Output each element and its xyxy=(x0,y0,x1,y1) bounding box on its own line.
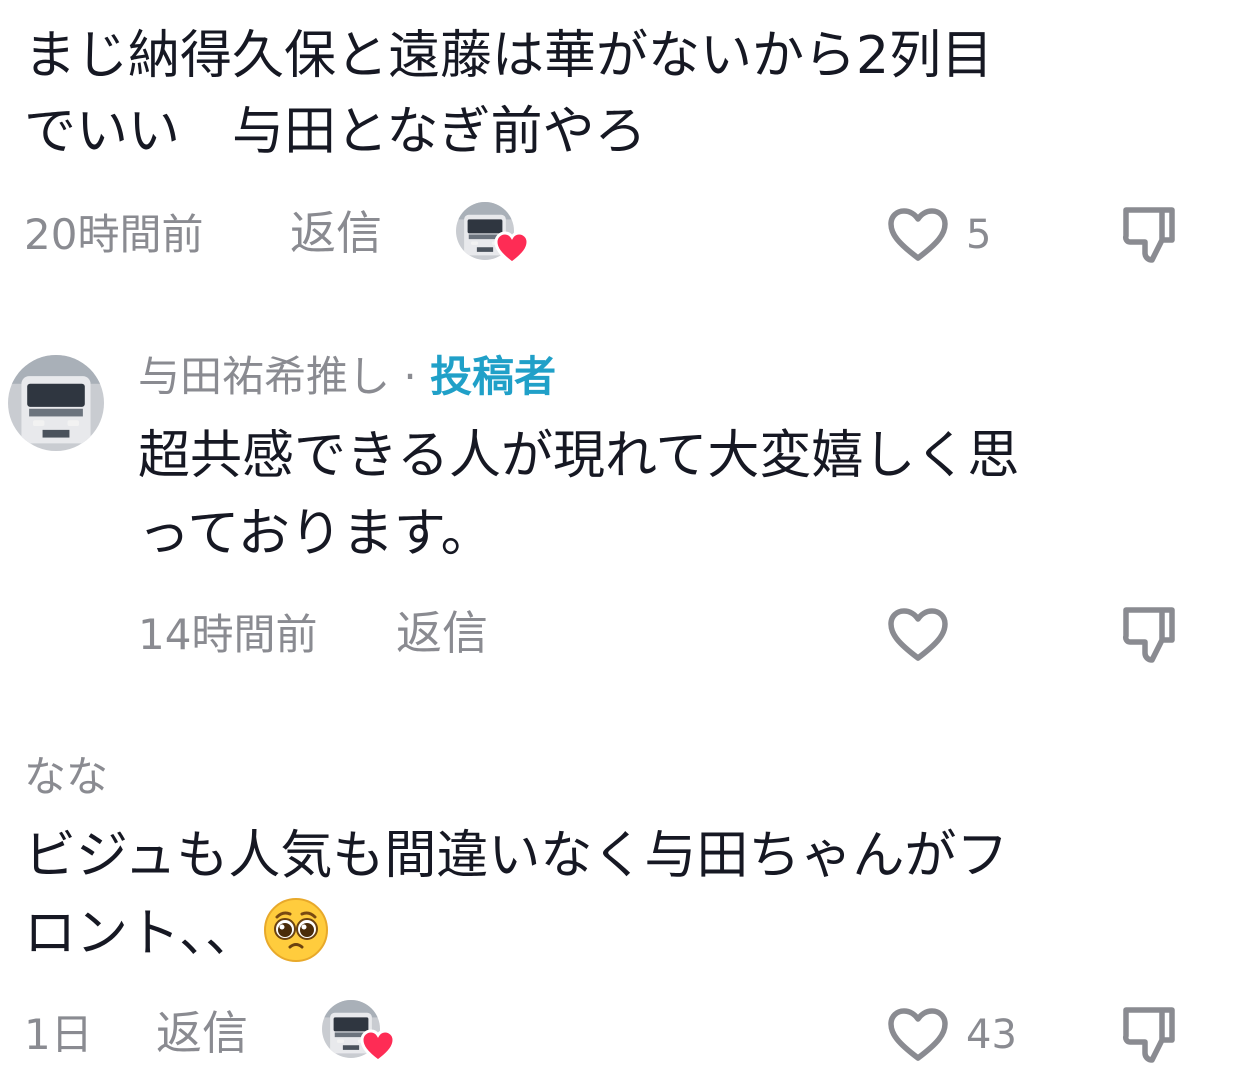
comment-1-timestamp: 20時間前 xyxy=(24,210,204,259)
comment-3-like-button[interactable] xyxy=(886,1006,950,1064)
red-heart-icon xyxy=(494,230,530,266)
comment-1-reply-button[interactable]: 返信 xyxy=(290,208,382,258)
comment-1-like-count: 5 xyxy=(966,212,992,258)
comment-1-creator-liked-avatar xyxy=(456,202,532,268)
pleading-face-emoji-icon xyxy=(263,897,329,963)
thumbs-down-icon xyxy=(1123,1007,1175,1063)
comment-3-text-line-1: ビジュも人気も間違いなく与田ちゃんがフ xyxy=(24,826,1009,886)
comment-2-like-button[interactable] xyxy=(886,606,950,664)
thumbs-down-icon xyxy=(1123,207,1175,263)
comment-2-dislike-button[interactable] xyxy=(1118,604,1180,666)
thumbs-down-icon xyxy=(1123,607,1175,663)
comment-1-text-line-2: でいい 与田となぎ前やろ xyxy=(24,102,647,162)
comment-1-like-button[interactable] xyxy=(886,206,950,264)
comment-3-text-line-2: ロント、、 xyxy=(24,904,257,964)
comment-3-dislike-button[interactable] xyxy=(1118,1004,1180,1066)
name-separator: · xyxy=(403,352,417,401)
heart-outline-icon xyxy=(888,608,948,661)
comment-3-reply-button[interactable]: 返信 xyxy=(156,1008,248,1058)
comment-2-username[interactable]: 与田祐希推し xyxy=(138,352,390,401)
comment-3-username[interactable]: なな xyxy=(24,752,108,802)
comment-3-text-line-2-row: ロント、、 xyxy=(24,896,329,972)
comment-2-timestamp: 14時間前 xyxy=(138,610,318,659)
comment-1-text-line-1: まじ納得久保と遠藤は華がないから2列目 xyxy=(24,26,994,86)
comment-3-like-count: 43 xyxy=(966,1012,1017,1058)
comment-2-text-line-2: っております。 xyxy=(138,504,493,564)
comment-3-creator-liked-avatar xyxy=(322,1000,398,1066)
red-heart-icon xyxy=(360,1028,396,1064)
comment-2-author[interactable]: 与田祐希推し · 投稿者 xyxy=(138,352,556,402)
comment-2-avatar[interactable] xyxy=(8,355,104,451)
comment-2-text-line-1: 超共感できる人が現れて大変嬉しく思 xyxy=(138,426,1020,486)
heart-outline-icon xyxy=(888,208,948,261)
comment-1-dislike-button[interactable] xyxy=(1118,204,1180,266)
comment-3-timestamp: 1日 xyxy=(24,1010,93,1059)
creator-label: 投稿者 xyxy=(430,352,557,401)
comment-2-reply-button[interactable]: 返信 xyxy=(396,608,488,658)
heart-outline-icon xyxy=(888,1008,948,1061)
